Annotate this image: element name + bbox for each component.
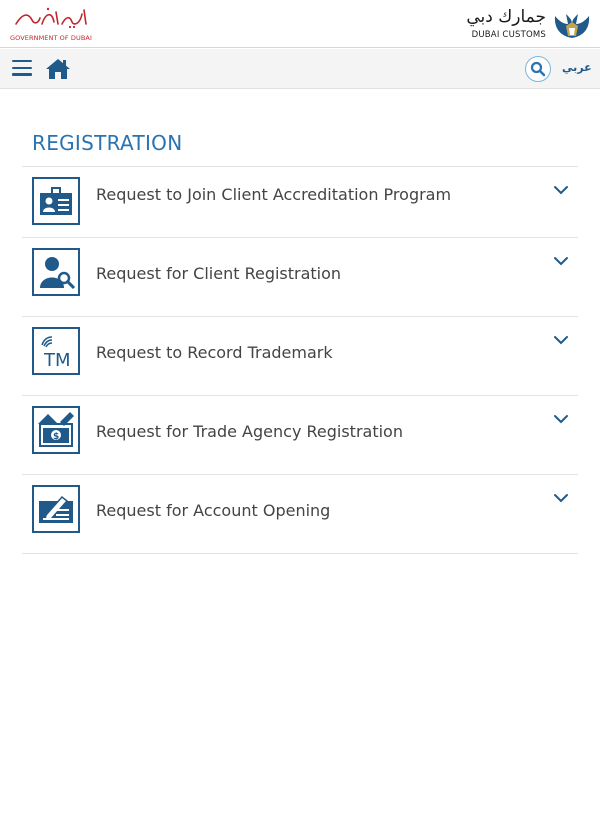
service-label: Request for Account Opening: [96, 501, 331, 520]
government-of-dubai-text: GOVERNMENT OF DUBAI: [10, 34, 92, 42]
search-icon[interactable]: [525, 56, 551, 82]
registration-service-list: Request to Join Client Accreditation Pro…: [22, 167, 578, 554]
agency-money-icon: $: [32, 406, 80, 454]
account-form-icon: [32, 485, 80, 533]
hamburger-icon[interactable]: [12, 60, 34, 78]
dubai-customs-logo[interactable]: جمارك دبي DUBAI CUSTOMS: [460, 6, 592, 44]
chevron-down-icon[interactable]: [553, 493, 569, 503]
language-toggle-link[interactable]: عربي: [562, 61, 592, 74]
service-label: Request to Record Trademark: [96, 343, 333, 362]
government-calligraphy-icon: [15, 7, 87, 29]
government-of-dubai-logo[interactable]: GOVERNMENT OF DUBAI: [8, 6, 92, 44]
falcon-emblem-icon: [554, 14, 590, 38]
chevron-down-icon[interactable]: [553, 185, 569, 195]
top-header: GOVERNMENT OF DUBAI جمارك دبي DUBAI CUST…: [0, 0, 600, 48]
home-icon[interactable]: [45, 57, 71, 81]
service-item-record-trademark[interactable]: TM Request to Record Trademark: [22, 317, 578, 396]
chevron-down-icon[interactable]: [553, 256, 569, 266]
dubai-customs-text: DUBAI CUSTOMS: [471, 30, 546, 40]
id-card-icon: [32, 177, 80, 225]
service-item-account-opening[interactable]: Request for Account Opening: [22, 475, 578, 554]
service-item-client-registration[interactable]: Request for Client Registration: [22, 238, 578, 317]
page-title: REGISTRATION: [32, 131, 183, 155]
service-label: Request for Trade Agency Registration: [96, 422, 403, 441]
service-item-trade-agency[interactable]: $ Request for Trade Agency Registration: [22, 396, 578, 475]
chevron-down-icon[interactable]: [553, 414, 569, 424]
svg-text:$: $: [53, 432, 59, 442]
svg-text:TM: TM: [43, 350, 71, 371]
dubai-customs-arabic-text: جمارك دبي: [466, 7, 546, 27]
trademark-icon: TM: [32, 327, 80, 375]
service-label: Request for Client Registration: [96, 264, 342, 283]
service-label: Request to Join Client Accreditation Pro…: [96, 185, 452, 204]
chevron-down-icon[interactable]: [553, 335, 569, 345]
service-item-client-accreditation[interactable]: Request to Join Client Accreditation Pro…: [22, 167, 578, 238]
navigation-bar: عربي: [0, 49, 600, 89]
user-key-icon: [32, 248, 80, 296]
